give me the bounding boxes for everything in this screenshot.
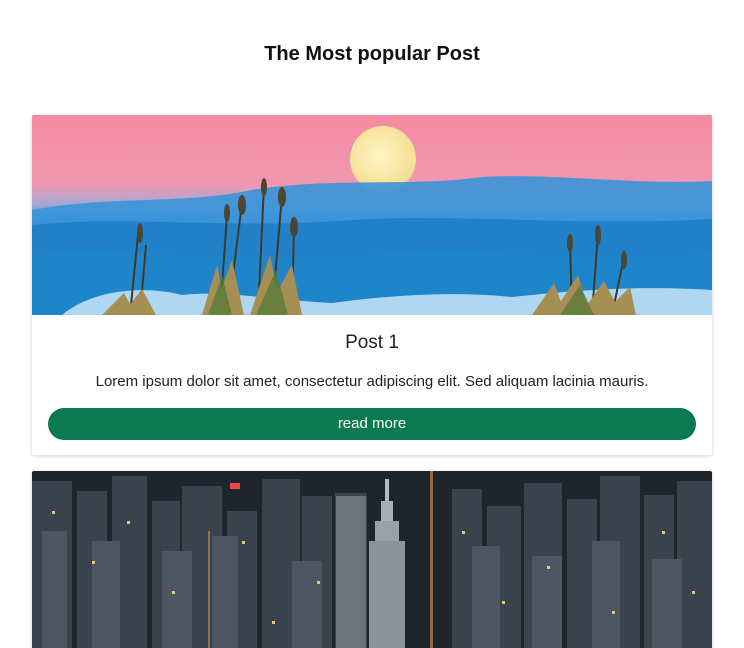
post-card-body: Post 1 Lorem ipsum dolor sit amet, conse… (32, 315, 712, 440)
post-excerpt: Lorem ipsum dolor sit amet, consectetur … (95, 373, 649, 390)
page-title: The Most popular Post (264, 43, 480, 65)
post-image (32, 115, 712, 315)
post-card: Post 1 Lorem ipsum dolor sit amet, conse… (32, 115, 712, 455)
read-more-button[interactable]: read more (48, 408, 696, 440)
post-image (32, 471, 712, 648)
post-card (32, 471, 712, 648)
post-title: Post 1 (345, 332, 399, 353)
page: The Most popular Post Post 1 Lorem ipsum… (0, 0, 744, 648)
